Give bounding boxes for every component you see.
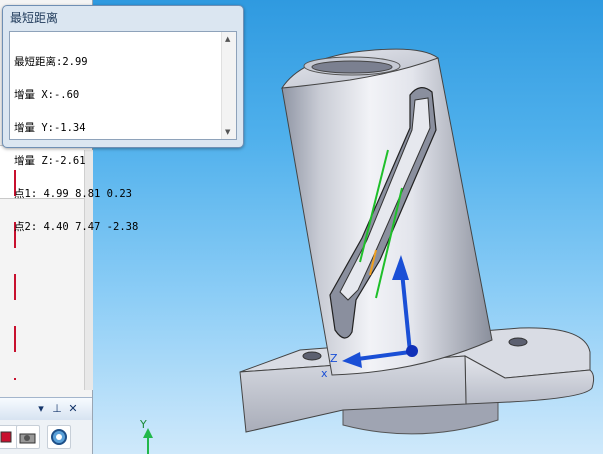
result-line: 增量 Z:-2.61 bbox=[14, 155, 86, 167]
orient-y-label: Y bbox=[139, 418, 147, 431]
camera-icon[interactable] bbox=[16, 425, 40, 449]
top-bore-inner bbox=[311, 60, 393, 74]
measure-dialog[interactable]: 最短距离 最短距离:2.99 增量 X:-.60 增量 Y:-1.34 增量 Z… bbox=[2, 5, 244, 233]
result-line: 点1: 4.99 8.81 0.23 bbox=[14, 188, 132, 200]
close-icon[interactable]: ✕ bbox=[66, 401, 80, 416]
axis-z-label: Z bbox=[330, 352, 338, 365]
panel-toolbar bbox=[0, 420, 92, 454]
result-line: 最短距离:2.99 bbox=[14, 56, 88, 68]
dropdown-arrow-icon[interactable]: ▾ bbox=[34, 401, 48, 416]
results-scrollbar[interactable]: ▲ ▼ bbox=[221, 32, 236, 139]
dialog-title: 最短距离 bbox=[10, 11, 59, 25]
pin-icon[interactable]: ⊥ bbox=[50, 401, 64, 416]
scroll-up-icon[interactable]: ▲ bbox=[225, 35, 230, 43]
flange-hole-right bbox=[508, 337, 528, 347]
result-line: 增量 Y:-1.34 bbox=[14, 122, 86, 134]
gear-icon[interactable] bbox=[47, 425, 71, 449]
result-line: 点2: 4.40 7.47 -2.38 bbox=[14, 221, 139, 233]
axis-x-label: x bbox=[321, 367, 328, 380]
result-line: 增量 X:-.60 bbox=[14, 89, 80, 101]
measure-results-box[interactable]: 最短距离:2.99 增量 X:-.60 增量 Y:-1.34 增量 Z:-2.6… bbox=[9, 31, 237, 233]
measure-results-text: 最短距离:2.99 增量 X:-.60 增量 Y:-1.34 增量 Z:-2.6… bbox=[14, 35, 219, 255]
scroll-down-icon[interactable]: ▼ bbox=[225, 128, 230, 136]
graphics-viewport[interactable]: Y Z x ▾ ⊥ ✕ 最短距离 最短距离:2.99 增量 X:-.60 增量 … bbox=[0, 0, 603, 454]
triad-origin bbox=[406, 345, 418, 357]
flange-hole-left bbox=[302, 351, 322, 361]
panel-tab-bar: ▾ ⊥ ✕ bbox=[0, 397, 92, 421]
